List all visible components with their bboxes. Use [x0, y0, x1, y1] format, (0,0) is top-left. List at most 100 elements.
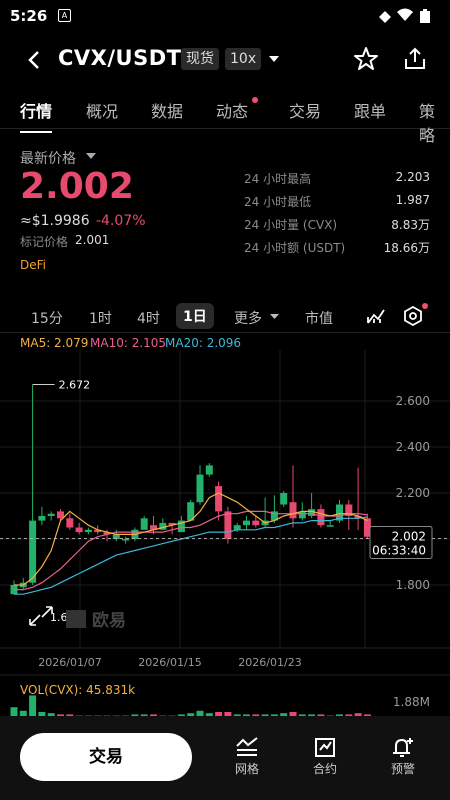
- more-dropdown-icon[interactable]: [270, 314, 279, 320]
- pair-title[interactable]: CVX/USDT: [58, 46, 181, 70]
- chart-settings-icon[interactable]: [403, 306, 423, 326]
- candle-body: [122, 539, 130, 541]
- candle-body: [252, 520, 260, 526]
- news-unread-dot: [252, 97, 258, 103]
- candle-body: [29, 520, 37, 583]
- share-icon[interactable]: [402, 46, 428, 72]
- alert-button[interactable]: 预警: [383, 736, 423, 777]
- candle-body: [326, 525, 334, 527]
- stat-volume-label: 24 小时量 (CVX): [244, 218, 338, 232]
- candle-countdown: 06:33:40: [372, 544, 426, 558]
- current-price-label: 2.002: [392, 530, 426, 544]
- candle-body: [140, 518, 148, 530]
- mark-price-label: 标记价格: [20, 235, 69, 249]
- trade-button[interactable]: 交易: [20, 733, 192, 781]
- usd-price: ≈$1.9986: [20, 213, 90, 229]
- stat-volume-value: 8.83万: [391, 218, 430, 232]
- y-tick-label: 1.800: [396, 578, 430, 592]
- stat-low-value: 1.987: [395, 193, 430, 207]
- timeframe-1d[interactable]: 1日: [176, 303, 214, 329]
- tab-copy-trading[interactable]: 跟单: [354, 98, 386, 122]
- bell-plus-icon: [393, 738, 413, 757]
- tab-market[interactable]: 行情: [20, 98, 53, 133]
- tab-trade[interactable]: 交易: [289, 98, 321, 122]
- volume-label: VOL(CVX): 45.831k: [20, 683, 135, 697]
- ma5-label: MA5: 2.079: [20, 336, 89, 350]
- status-bar: 5:26 A: [0, 0, 450, 32]
- pair-header: CVX/USDT 现货 10x: [0, 38, 450, 80]
- candle-body: [205, 465, 213, 475]
- candle-body: [47, 513, 55, 516]
- grid-trading-button[interactable]: 网格: [227, 736, 267, 777]
- alert-label: 预警: [390, 762, 415, 776]
- app-notification-icon: A: [58, 9, 71, 22]
- volume-axis-label: 1.88M: [393, 695, 430, 709]
- candle-body: [280, 493, 288, 505]
- cellular-signal-icon: [379, 11, 391, 23]
- tab-data[interactable]: 数据: [151, 98, 183, 122]
- last-price: 2.002: [20, 166, 134, 207]
- x-tick-label: 2026/01/07: [38, 656, 101, 669]
- y-tick-label: 2.600: [396, 394, 430, 408]
- grid-icon: [236, 737, 258, 756]
- main-tabs: 行情 概况 数据 动态 交易 跟单 策略: [0, 92, 450, 145]
- x-tick-label: 2026/01/15: [138, 656, 201, 669]
- category-tag[interactable]: DeFi: [20, 258, 46, 272]
- candle-body: [38, 516, 46, 521]
- back-arrow-icon[interactable]: [26, 50, 42, 70]
- contract-icon: [315, 738, 335, 757]
- market-type-badge: 现货: [181, 48, 219, 70]
- pair-dropdown-icon[interactable]: [268, 55, 280, 63]
- bottom-action-bar: 交易 网格 合约 预警: [0, 716, 450, 800]
- leverage-badge: 10x: [225, 48, 262, 70]
- wifi-icon: [397, 8, 413, 21]
- candlestick-chart[interactable]: VOL(CVX): 45.831k 1.88M 2.600 2.400 2.200 1.…: [0, 350, 450, 718]
- x-tick-label: 2026/01/23: [238, 656, 301, 669]
- stat-turnover-label: 24 小时额 (USDT): [244, 241, 346, 255]
- y-tick-label: 2.200: [396, 486, 430, 500]
- candle-body: [224, 511, 232, 539]
- stat-low-label: 24 小时最低: [244, 195, 312, 209]
- candle-body: [317, 509, 325, 526]
- ma10-label: MA10: 2.105: [90, 336, 167, 350]
- stat-high-value: 2.203: [395, 170, 430, 184]
- ma20-line: [14, 516, 368, 595]
- ma20-label: MA20: 2.096: [165, 336, 242, 350]
- timeframe-15m[interactable]: 15分: [31, 308, 63, 328]
- grid-label: 网格: [234, 762, 259, 776]
- market-cap-toggle[interactable]: 市值: [305, 308, 333, 328]
- volume-bar: [29, 695, 37, 718]
- tab-news[interactable]: 动态: [216, 98, 248, 122]
- y-tick-label: 2.400: [396, 440, 430, 454]
- expand-chart-icon: [29, 606, 53, 626]
- favorite-star-icon[interactable]: [353, 46, 379, 72]
- tab-strategy[interactable]: 策略: [419, 98, 450, 146]
- tab-overview[interactable]: 概况: [86, 98, 118, 122]
- stat-high-label: 24 小时最高: [244, 172, 312, 186]
- watermark-logo: [66, 610, 86, 628]
- watermark-text: 欧易: [92, 610, 126, 631]
- candle-body: [196, 474, 204, 503]
- candle-body: [243, 520, 250, 526]
- contract-label: 合约: [312, 762, 337, 776]
- candle-body: [233, 525, 241, 530]
- timeframe-bar: 15分 1时 4时 1日 更多 市值: [0, 300, 450, 333]
- candle-body: [75, 527, 83, 533]
- candle-body: [66, 518, 74, 528]
- timeframe-1h[interactable]: 1时: [89, 308, 112, 328]
- price-type-dropdown-icon[interactable]: [86, 153, 96, 160]
- status-time: 5:26: [10, 7, 48, 25]
- last-price-label[interactable]: 最新价格: [20, 148, 76, 168]
- candle-body: [289, 502, 297, 519]
- candle-body: [57, 511, 64, 519]
- indicator-icon[interactable]: [366, 307, 386, 325]
- settings-unread-dot: [422, 303, 428, 309]
- timeframe-more[interactable]: 更多: [234, 308, 262, 328]
- price-change: -4.07%: [96, 213, 146, 229]
- timeframe-4h[interactable]: 4时: [137, 308, 160, 328]
- battery-icon: [420, 9, 430, 23]
- candle-body: [215, 486, 223, 512]
- stat-turnover-value: 18.66万: [383, 241, 430, 255]
- candle-body: [84, 529, 92, 533]
- contract-button[interactable]: 合约: [305, 736, 345, 777]
